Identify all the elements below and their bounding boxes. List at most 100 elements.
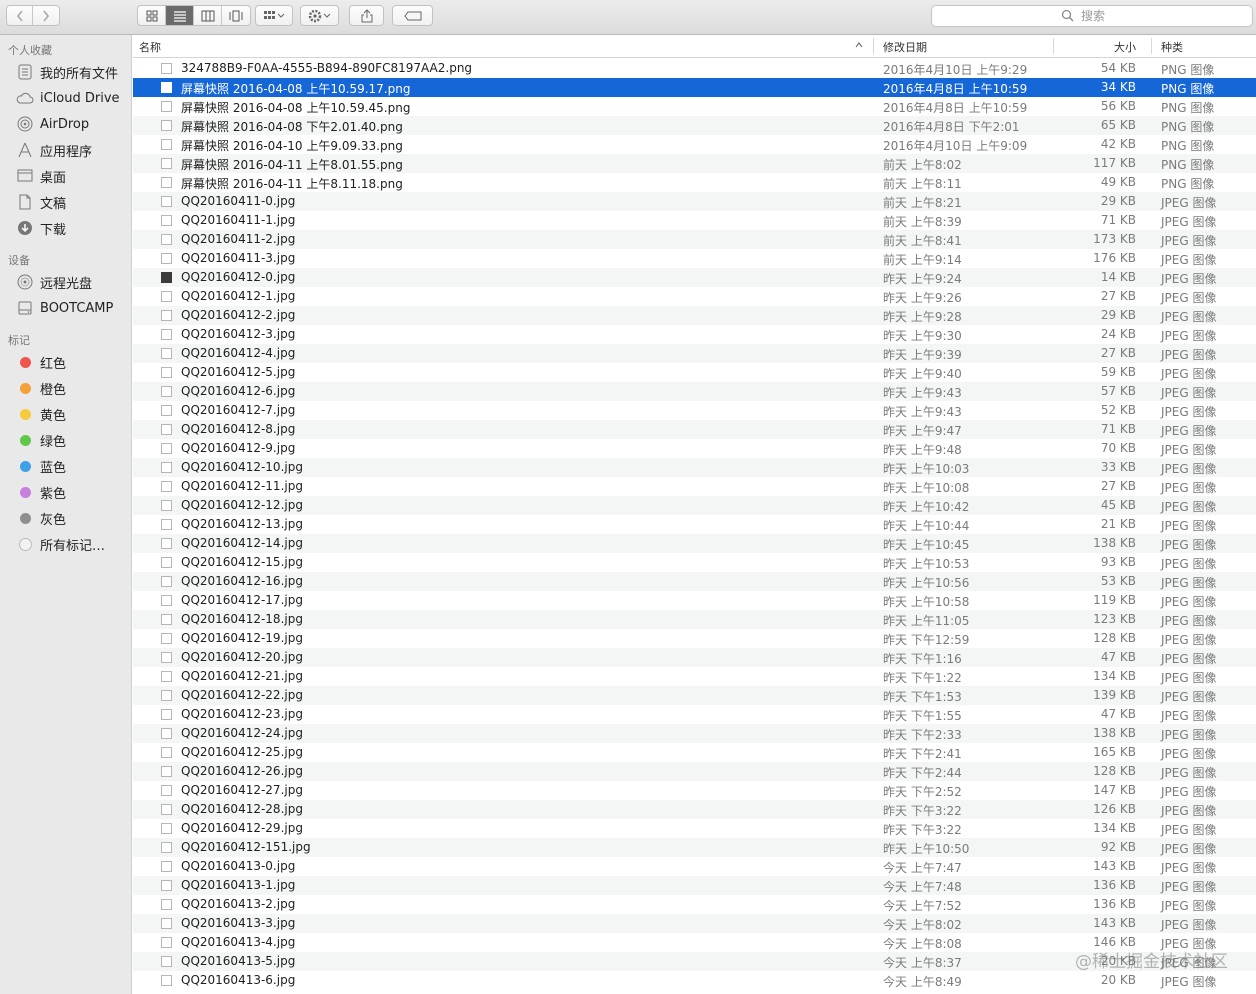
forward-button[interactable] [33,6,59,25]
sidebar-item-icloud-drive[interactable]: iCloud Drive [16,87,120,109]
search-input[interactable] [1079,8,1123,24]
sidebar-item-downloads[interactable]: 下载 [16,217,66,239]
file-row[interactable]: QQ20160412-18.jpg 昨天 上午11:05 123 KB JPEG 图像 [133,610,1256,629]
sidebar-item-remote-disc[interactable]: 远程光盘 [16,271,92,293]
column-divider[interactable] [1053,38,1054,54]
sidebar-item-documents[interactable]: 文稿 [16,191,66,213]
file-row[interactable]: QQ20160412-0.jpg 昨天 上午9:24 14 KB JPEG 图像 [133,268,1256,287]
sidebar-tag-item[interactable]: 灰色 [16,507,66,529]
file-row[interactable]: QQ20160412-20.jpg 昨天 下午1:16 47 KB JPEG 图像 [133,648,1256,667]
list-view-button[interactable] [166,6,194,25]
file-row[interactable]: QQ20160412-21.jpg 昨天 下午1:22 134 KB JPEG 图像 [133,667,1256,686]
file-kind: JPEG 图像 [1161,234,1217,248]
file-size: 65 KB [1100,118,1136,132]
column-header-date[interactable]: 修改日期 [883,39,927,55]
file-row[interactable]: QQ20160412-7.jpg 昨天 上午9:43 52 KB JPEG 图像 [133,401,1256,420]
file-row[interactable]: QQ20160411-2.jpg 前天 上午8:41 173 KB JPEG 图像 [133,230,1256,249]
file-row[interactable]: QQ20160412-29.jpg 昨天 下午3:22 134 KB JPEG 图像 [133,819,1256,838]
back-button[interactable] [7,6,33,25]
search-icon [1061,9,1074,22]
file-row[interactable]: QQ20160412-25.jpg 昨天 下午2:41 165 KB JPEG 图像 [133,743,1256,762]
file-date: 前天 上午8:21 [883,196,962,210]
file-row[interactable]: QQ20160412-5.jpg 昨天 上午9:40 59 KB JPEG 图像 [133,363,1256,382]
file-row[interactable]: QQ20160412-2.jpg 昨天 上午9:28 29 KB JPEG 图像 [133,306,1256,325]
file-row[interactable]: 屏幕快照 2016-04-11 上午8.01.55.png 前天 上午8:02 11… [133,154,1256,173]
file-row[interactable]: QQ20160412-11.jpg 昨天 上午10:08 27 KB JPEG 图像 [133,477,1256,496]
file-date: 昨天 上午10:53 [883,557,970,571]
file-name: 屏幕快照 2016-04-11 上午8.11.18.png [181,177,403,191]
tag-button[interactable] [392,5,433,26]
file-date: 今天 上午8:49 [883,975,962,989]
file-row[interactable]: QQ20160412-15.jpg 昨天 上午10:53 93 KB JPEG 图像 [133,553,1256,572]
file-row[interactable]: QQ20160412-28.jpg 昨天 下午3:22 126 KB JPEG 图像 [133,800,1256,819]
column-header-name[interactable]: 名称 [139,39,161,55]
sidebar-tag-item[interactable]: 所有标记… [16,533,105,555]
arrange-button[interactable] [255,5,293,26]
file-row[interactable]: QQ20160412-13.jpg 昨天 上午10:44 21 KB JPEG 图像 [133,515,1256,534]
file-row[interactable]: 屏幕快照 2016-04-11 上午8.11.18.png 前天 上午8:11 49… [133,173,1256,192]
column-header-size[interactable]: 大小 [1114,39,1136,55]
file-row[interactable]: QQ20160412-151.jpg 昨天 上午10:50 92 KB JPEG 图像 [133,838,1256,857]
icon-view-button[interactable] [138,6,166,25]
file-row[interactable]: QQ20160412-19.jpg 昨天 下午12:59 128 KB JPEG 图像 [133,629,1256,648]
file-row[interactable]: QQ20160412-23.jpg 昨天 下午1:55 47 KB JPEG 图像 [133,705,1256,724]
file-row[interactable]: QQ20160412-4.jpg 昨天 上午9:39 27 KB JPEG 图像 [133,344,1256,363]
file-row[interactable]: QQ20160412-22.jpg 昨天 下午1:53 139 KB JPEG 图像 [133,686,1256,705]
file-size: 42 KB [1100,137,1136,151]
sidebar-item-all-files[interactable]: 我的所有文件 [16,61,118,83]
file-row[interactable]: QQ20160412-9.jpg 昨天 上午9:48 70 KB JPEG 图像 [133,439,1256,458]
file-row[interactable]: QQ20160412-3.jpg 昨天 上午9:30 24 KB JPEG 图像 [133,325,1256,344]
file-row[interactable]: 324788B9-F0AA-4555-B894-890FC8197AA2.png… [133,59,1256,78]
file-size: 34 KB [1100,80,1136,94]
file-row[interactable]: 屏幕快照 2016-04-08 上午10.59.45.png 2016年4月8日 … [133,97,1256,116]
file-row[interactable]: QQ20160411-0.jpg 前天 上午8:21 29 KB JPEG 图像 [133,192,1256,211]
file-row[interactable]: QQ20160413-0.jpg 今天 上午7:47 143 KB JPEG 图像 [133,857,1256,876]
file-row[interactable]: QQ20160412-16.jpg 昨天 上午10:56 53 KB JPEG 图像 [133,572,1256,591]
file-row[interactable]: 屏幕快照 2016-04-08 上午10.59.17.png 2016年4月8日 … [133,78,1256,97]
file-row[interactable]: QQ20160412-8.jpg 昨天 上午9:47 71 KB JPEG 图像 [133,420,1256,439]
column-divider[interactable] [1151,38,1152,54]
file-row[interactable]: QQ20160412-14.jpg 昨天 上午10:45 138 KB JPEG 图像 [133,534,1256,553]
sidebar-tag-item[interactable]: 紫色 [16,481,66,503]
file-row[interactable]: QQ20160413-5.jpg 今天 上午8:37 20 KB JPEG 图像 [133,952,1256,971]
sidebar-tag-item[interactable]: 橙色 [16,377,66,399]
column-divider[interactable] [873,38,874,54]
file-row[interactable]: QQ20160413-2.jpg 今天 上午7:52 136 KB JPEG 图像 [133,895,1256,914]
file-kind: JPEG 图像 [1161,690,1217,704]
file-row[interactable]: QQ20160413-3.jpg 今天 上午8:02 143 KB JPEG 图像 [133,914,1256,933]
file-name: QQ20160412-11.jpg [181,479,303,493]
file-row[interactable]: QQ20160412-27.jpg 昨天 下午2:52 147 KB JPEG 图像 [133,781,1256,800]
file-row[interactable]: QQ20160413-1.jpg 今天 上午7:48 136 KB JPEG 图像 [133,876,1256,895]
file-row[interactable]: QQ20160411-1.jpg 前天 上午8:39 71 KB JPEG 图像 [133,211,1256,230]
file-row[interactable]: QQ20160411-3.jpg 前天 上午9:14 176 KB JPEG 图像 [133,249,1256,268]
file-row[interactable]: QQ20160412-1.jpg 昨天 上午9:26 27 KB JPEG 图像 [133,287,1256,306]
file-row[interactable]: QQ20160412-12.jpg 昨天 上午10:42 45 KB JPEG 图像 [133,496,1256,515]
sidebar-tag-item[interactable]: 红色 [16,351,66,373]
action-button[interactable] [300,5,339,26]
file-date: 昨天 上午10:08 [883,481,970,495]
sidebar-item-airdrop[interactable]: AirDrop [16,113,89,135]
share-button[interactable] [349,5,384,26]
file-date: 昨天 下午3:22 [883,823,962,837]
file-row[interactable]: QQ20160413-4.jpg 今天 上午8:08 146 KB JPEG 图像 [133,933,1256,952]
sidebar-item-bootcamp[interactable]: BOOTCAMP [16,297,113,319]
column-header-kind[interactable]: 种类 [1161,39,1183,55]
file-row[interactable]: 屏幕快照 2016-04-10 上午9.09.33.png 2016年4月10日 … [133,135,1256,154]
column-view-button[interactable] [194,6,222,25]
file-row[interactable]: QQ20160412-6.jpg 昨天 上午9:43 57 KB JPEG 图像 [133,382,1256,401]
file-row[interactable]: QQ20160412-26.jpg 昨天 下午2:44 128 KB JPEG 图像 [133,762,1256,781]
file-row[interactable]: QQ20160412-24.jpg 昨天 下午2:33 138 KB JPEG 图像 [133,724,1256,743]
file-row[interactable]: QQ20160412-10.jpg 昨天 上午10:03 33 KB JPEG 图像 [133,458,1256,477]
file-row[interactable]: 屏幕快照 2016-04-08 下午2.01.40.png 2016年4月8日 下… [133,116,1256,135]
cover-flow-button[interactable] [222,6,250,25]
sidebar-tag-item[interactable]: 蓝色 [16,455,66,477]
search-field[interactable] [931,5,1253,27]
sidebar-item-applications[interactable]: 应用程序 [16,139,92,161]
sidebar-tag-item[interactable]: 黄色 [16,403,66,425]
sidebar-item-desktop[interactable]: 桌面 [16,165,66,187]
file-size: 20 KB [1100,954,1136,968]
file-row[interactable]: QQ20160412-17.jpg 昨天 上午10:58 119 KB JPEG 图像 [133,591,1256,610]
file-size: 176 KB [1093,251,1136,265]
sidebar-tag-item[interactable]: 绿色 [16,429,66,451]
file-row[interactable]: QQ20160413-6.jpg 今天 上午8:49 20 KB JPEG 图像 [133,971,1256,990]
